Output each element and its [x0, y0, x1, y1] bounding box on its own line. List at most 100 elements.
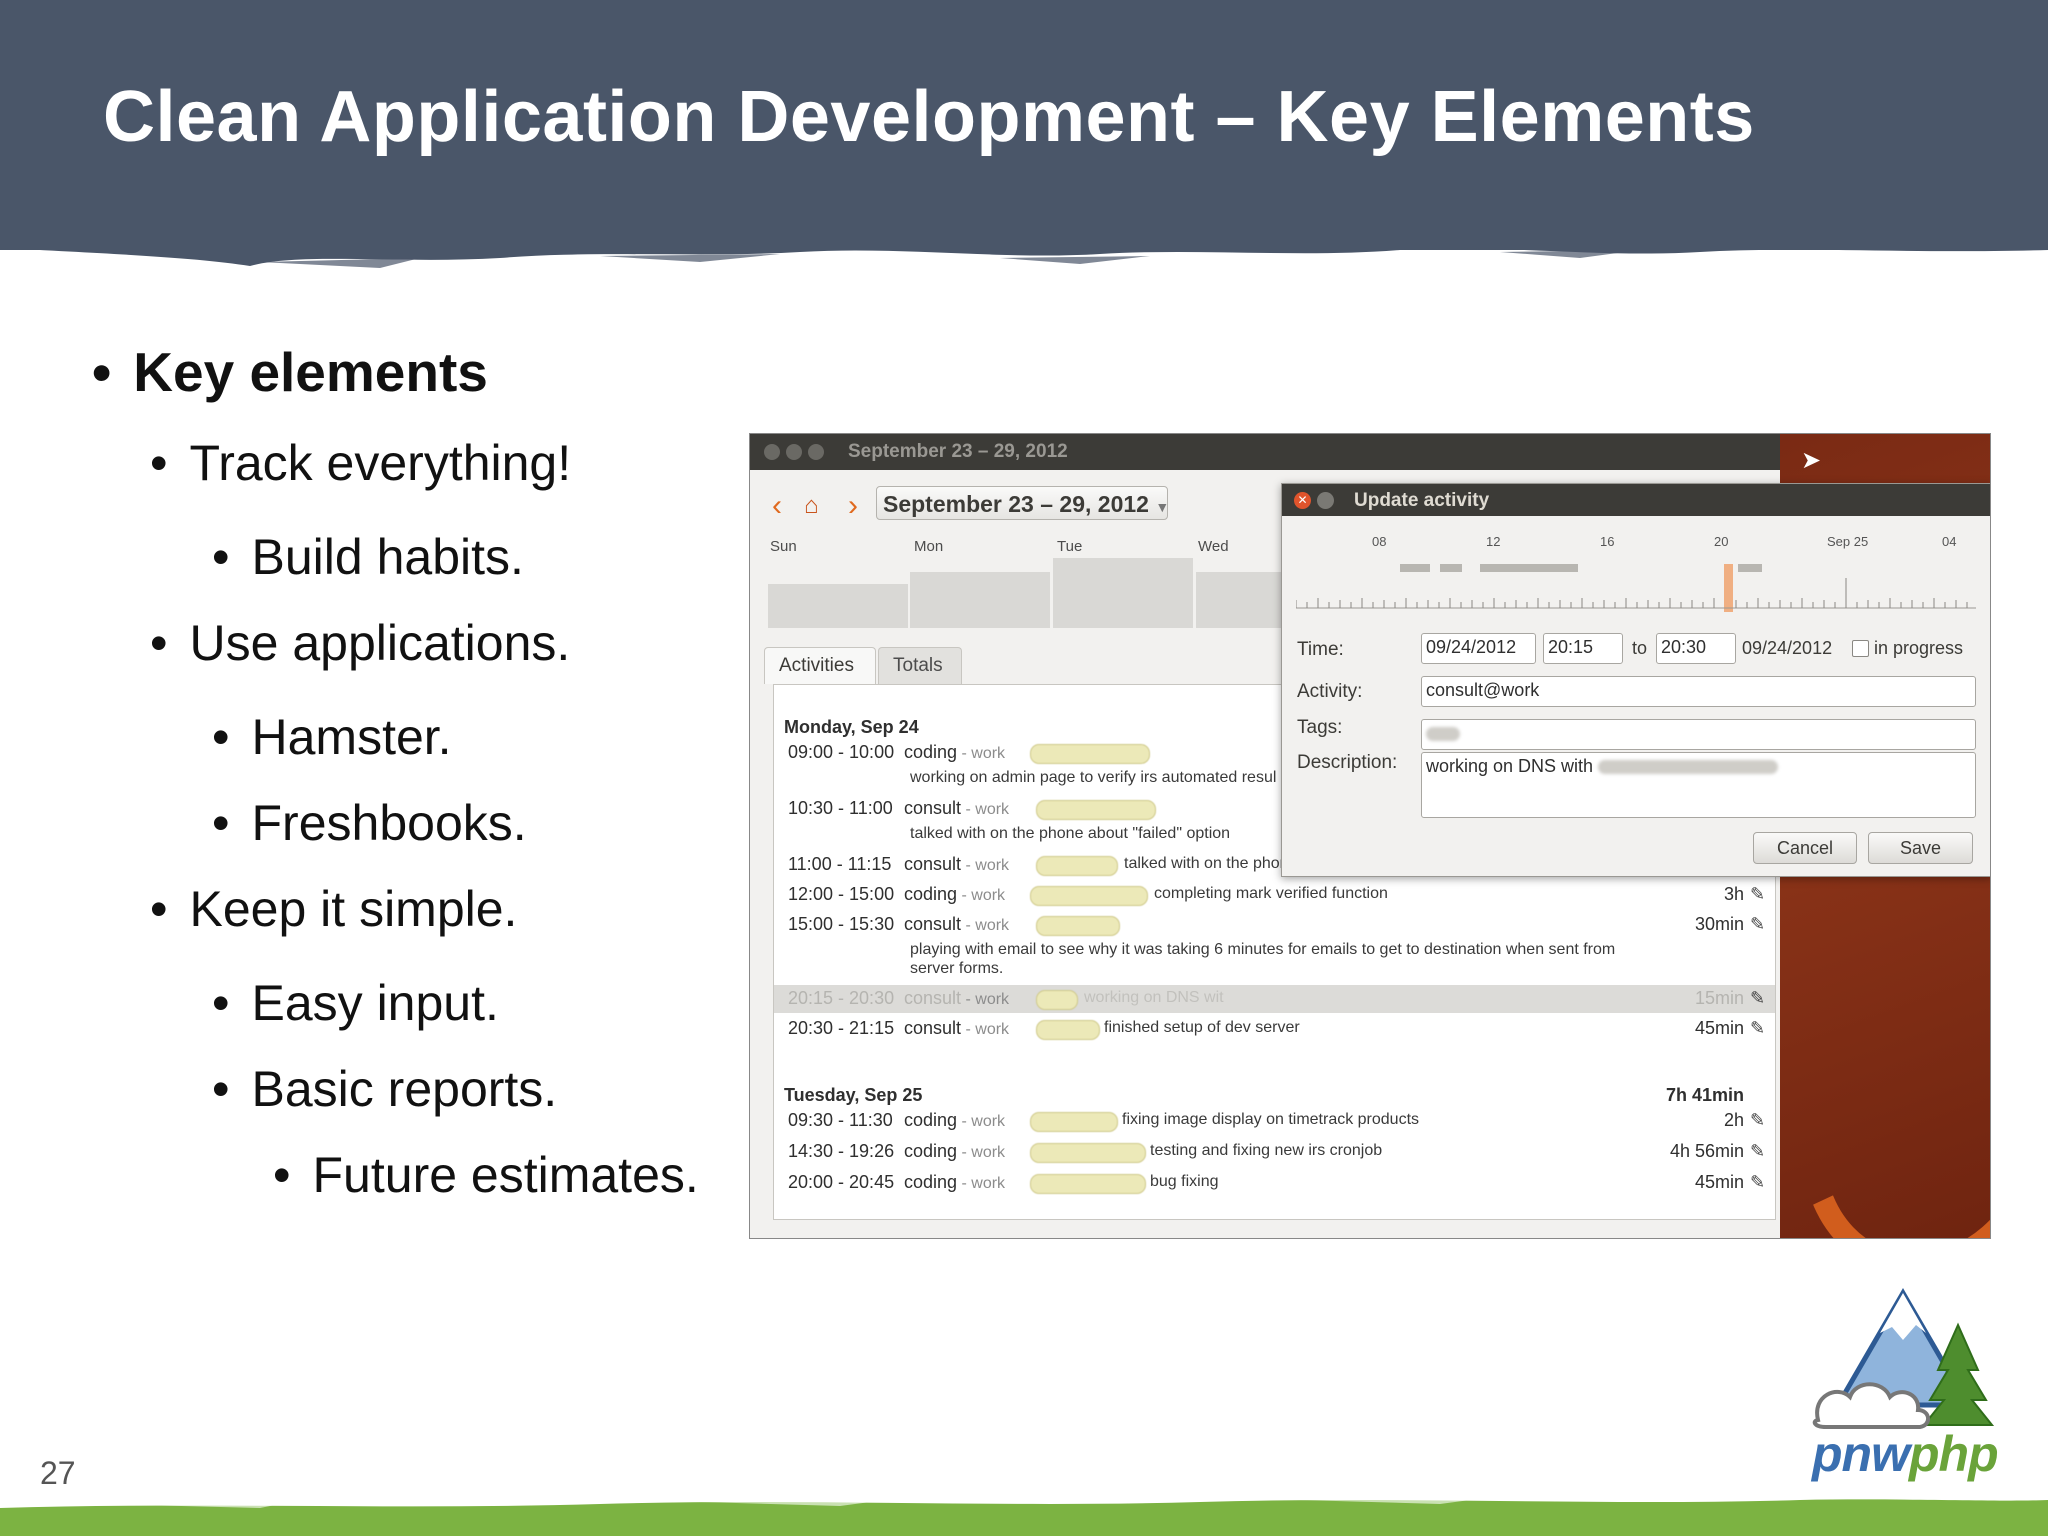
row-time: 10:30 - 11:00: [788, 798, 893, 818]
maximize-window-icon[interactable]: [808, 444, 824, 460]
activity-row[interactable]: 15:00 - 15:30 consult - work 30min ✎: [774, 911, 1775, 939]
edit-pencil-icon[interactable]: ✎: [1750, 988, 1765, 1009]
tag-pill: [1030, 1174, 1146, 1194]
tab-activities[interactable]: Activities: [764, 647, 876, 684]
save-button[interactable]: Save: [1868, 832, 1973, 864]
row-activity: coding - work: [904, 1172, 1005, 1193]
row-time: 09:00 - 10:00: [788, 742, 895, 762]
activity-name: consult: [904, 854, 962, 874]
day-timeline[interactable]: [1296, 564, 1976, 612]
tags-label: Tags:: [1297, 717, 1343, 738]
description-field[interactable]: working on DNS with: [1421, 752, 1976, 818]
activity-name: consult: [904, 1018, 962, 1038]
activity-row[interactable]: 12:00 - 15:00 coding - work completing m…: [774, 881, 1775, 909]
bullet-dot-icon: •: [273, 1147, 291, 1203]
activity-label: Activity:: [1297, 681, 1363, 702]
activity-row[interactable]: 20:30 - 21:15 consult - work finished se…: [774, 1015, 1775, 1043]
bullet-dot-icon: •: [212, 1061, 230, 1117]
mouse-cursor-icon: ➤: [1801, 447, 1822, 474]
tag-pill: [1036, 990, 1078, 1010]
tag-pill: [1036, 800, 1156, 820]
day-header: Mon: [914, 538, 944, 555]
day-bar: [1053, 558, 1193, 628]
bullet-text: Build habits.: [251, 529, 524, 585]
edit-pencil-icon[interactable]: ✎: [1750, 884, 1765, 905]
row-activity: consult - work: [904, 914, 1009, 935]
date-range-dropdown[interactable]: September 23 – 29, 2012 ▼: [876, 486, 1169, 520]
row-activity: coding - work: [904, 742, 1005, 763]
start-date-field[interactable]: 09/24/2012: [1421, 633, 1536, 664]
day-header: Wed: [1198, 538, 1229, 555]
next-week-icon[interactable]: ›: [848, 489, 858, 523]
day-header: Sun: [770, 538, 797, 555]
bullet-item: • Keep it simple.: [150, 880, 517, 938]
row-description: fixing image display on timetrack produc…: [1122, 1111, 1420, 1128]
row-activity: coding - work: [904, 1110, 1005, 1131]
blurred-text: [1598, 760, 1779, 775]
date-range-label: September 23 – 29, 2012: [883, 491, 1149, 517]
bullet-dot-icon: •: [150, 435, 168, 491]
bullet-item: • Use applications.: [150, 614, 570, 672]
bullet-text: Easy input.: [251, 975, 499, 1031]
close-window-icon[interactable]: [764, 444, 780, 460]
in-progress-checkbox[interactable]: [1852, 640, 1869, 657]
timeline-label: Sep 25: [1827, 534, 1869, 549]
end-time-field[interactable]: 20:30: [1656, 633, 1736, 664]
prev-week-icon[interactable]: ‹: [772, 489, 782, 523]
bullet-item: • Easy input.: [212, 974, 499, 1032]
tag-pill: [1030, 1112, 1118, 1132]
tag-pill: [1036, 1020, 1100, 1040]
edit-pencil-icon[interactable]: ✎: [1750, 1110, 1765, 1131]
row-time: 20:00 - 20:45: [788, 1172, 895, 1192]
activity-category: - work: [961, 917, 1010, 934]
bullet-item: • Basic reports.: [212, 1060, 557, 1118]
activity-name: coding: [904, 1172, 958, 1192]
activity-category: - work: [961, 801, 1010, 818]
update-activity-dialog: ✕ Update activity 08 12 16 20 Sep 25 04 …: [1281, 483, 1990, 877]
activity-row[interactable]: 09:30 - 11:30 coding - work fixing image…: [774, 1107, 1775, 1135]
minimize-window-icon[interactable]: [786, 444, 802, 460]
activity-category: - work: [957, 887, 1006, 904]
row-activity: coding - work: [904, 884, 1005, 905]
close-dialog-icon[interactable]: ✕: [1294, 492, 1311, 509]
row-duration: 15min: [1694, 988, 1744, 1008]
cancel-button[interactable]: Cancel: [1753, 832, 1857, 864]
activity-row[interactable]: 20:00 - 20:45 coding - work bug fixing 4…: [774, 1169, 1775, 1197]
slide-title: Clean Application Development – Key Elem…: [103, 77, 1755, 157]
logo-text-pnw: pnw: [1812, 1426, 1910, 1482]
row-description: bug fixing: [1150, 1173, 1219, 1190]
tags-field[interactable]: [1421, 719, 1976, 750]
activity-row-selected[interactable]: 20:15 - 20:30 consult - work working on …: [774, 985, 1775, 1013]
bullet-text: Use applications.: [189, 615, 571, 671]
row-activity: consult - work: [904, 798, 1009, 819]
start-time-field[interactable]: 20:15: [1543, 633, 1623, 664]
day-header: Tue: [1057, 538, 1083, 555]
row-time: 09:30 - 11:30: [788, 1110, 893, 1130]
activity-name: consult: [904, 988, 962, 1008]
home-icon[interactable]: ⌂: [804, 492, 819, 520]
day-total: 7h 41min: [1665, 1085, 1744, 1105]
row-description: working on DNS wit: [1084, 989, 1224, 1006]
edit-pencil-icon[interactable]: ✎: [1750, 1141, 1765, 1162]
row-description: playing with email to see why it was tak…: [910, 941, 1616, 958]
activity-field[interactable]: consult@work: [1421, 676, 1976, 707]
activity-name: coding: [904, 1110, 958, 1130]
edit-pencil-icon[interactable]: ✎: [1750, 1172, 1765, 1193]
edit-pencil-icon[interactable]: ✎: [1750, 1018, 1765, 1039]
row-duration: 2h: [1723, 1110, 1744, 1130]
bullet-text: Track everything!: [189, 435, 572, 491]
activity-name: coding: [904, 1141, 958, 1161]
minimize-dialog-icon[interactable]: [1317, 492, 1334, 509]
activity-category: - work: [957, 1175, 1006, 1192]
edit-pencil-icon[interactable]: ✎: [1750, 914, 1765, 935]
blurred-tag: [1426, 727, 1460, 742]
activity-row[interactable]: 14:30 - 19:26 coding - work testing and …: [774, 1138, 1775, 1166]
row-description: completing mark verified function: [1154, 885, 1388, 902]
row-time: 20:30 - 21:15: [788, 1018, 895, 1038]
end-date-label: 09/24/2012: [1742, 638, 1833, 658]
activity-category: - work: [961, 857, 1010, 874]
bullet-dot-icon: •: [212, 709, 230, 765]
tab-totals[interactable]: Totals: [878, 647, 962, 684]
bullet-item: • Key elements: [92, 340, 488, 404]
dialog-title: Update activity: [1354, 490, 1490, 511]
